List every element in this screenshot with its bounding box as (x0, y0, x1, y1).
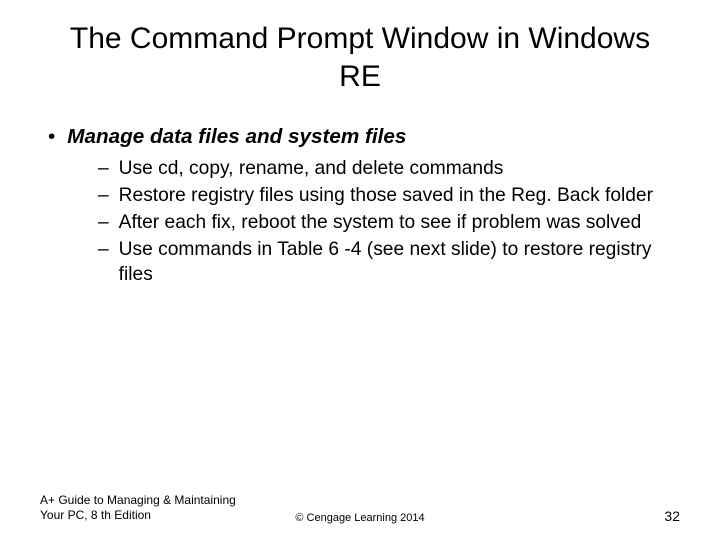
sub-bullet-marker: – (98, 238, 109, 263)
main-bullet-text: Manage data files and system files (67, 125, 406, 149)
sub-bullet-text: Restore registry files using those saved… (119, 184, 680, 209)
content-area: • Manage data files and system files – U… (40, 125, 680, 288)
slide-title: The Command Prompt Window in Windows RE (40, 20, 680, 95)
sub-bullet-item: – Use commands in Table 6 -4 (see next s… (98, 238, 680, 288)
sub-bullet-marker: – (98, 211, 109, 236)
main-bullet: • Manage data files and system files (48, 125, 680, 149)
sub-bullet-item: – Use cd, copy, rename, and delete comma… (98, 157, 680, 182)
sub-bullet-list: – Use cd, copy, rename, and delete comma… (48, 157, 680, 288)
bullet-marker: • (48, 125, 55, 149)
slide-number: 32 (664, 508, 680, 524)
sub-bullet-marker: – (98, 157, 109, 182)
footer-left-text: A+ Guide to Managing & Maintaining Your … (40, 493, 260, 524)
sub-bullet-text: Use cd, copy, rename, and delete command… (119, 157, 680, 182)
slide: The Command Prompt Window in Windows RE … (0, 0, 720, 540)
slide-footer: A+ Guide to Managing & Maintaining Your … (40, 493, 680, 524)
footer-copyright: © Cengage Learning 2014 (295, 512, 424, 524)
sub-bullet-text: Use commands in Table 6 -4 (see next sli… (119, 238, 680, 288)
sub-bullet-marker: – (98, 184, 109, 209)
sub-bullet-item: – Restore registry files using those sav… (98, 184, 680, 209)
sub-bullet-text: After each fix, reboot the system to see… (119, 211, 680, 236)
sub-bullet-item: – After each fix, reboot the system to s… (98, 211, 680, 236)
